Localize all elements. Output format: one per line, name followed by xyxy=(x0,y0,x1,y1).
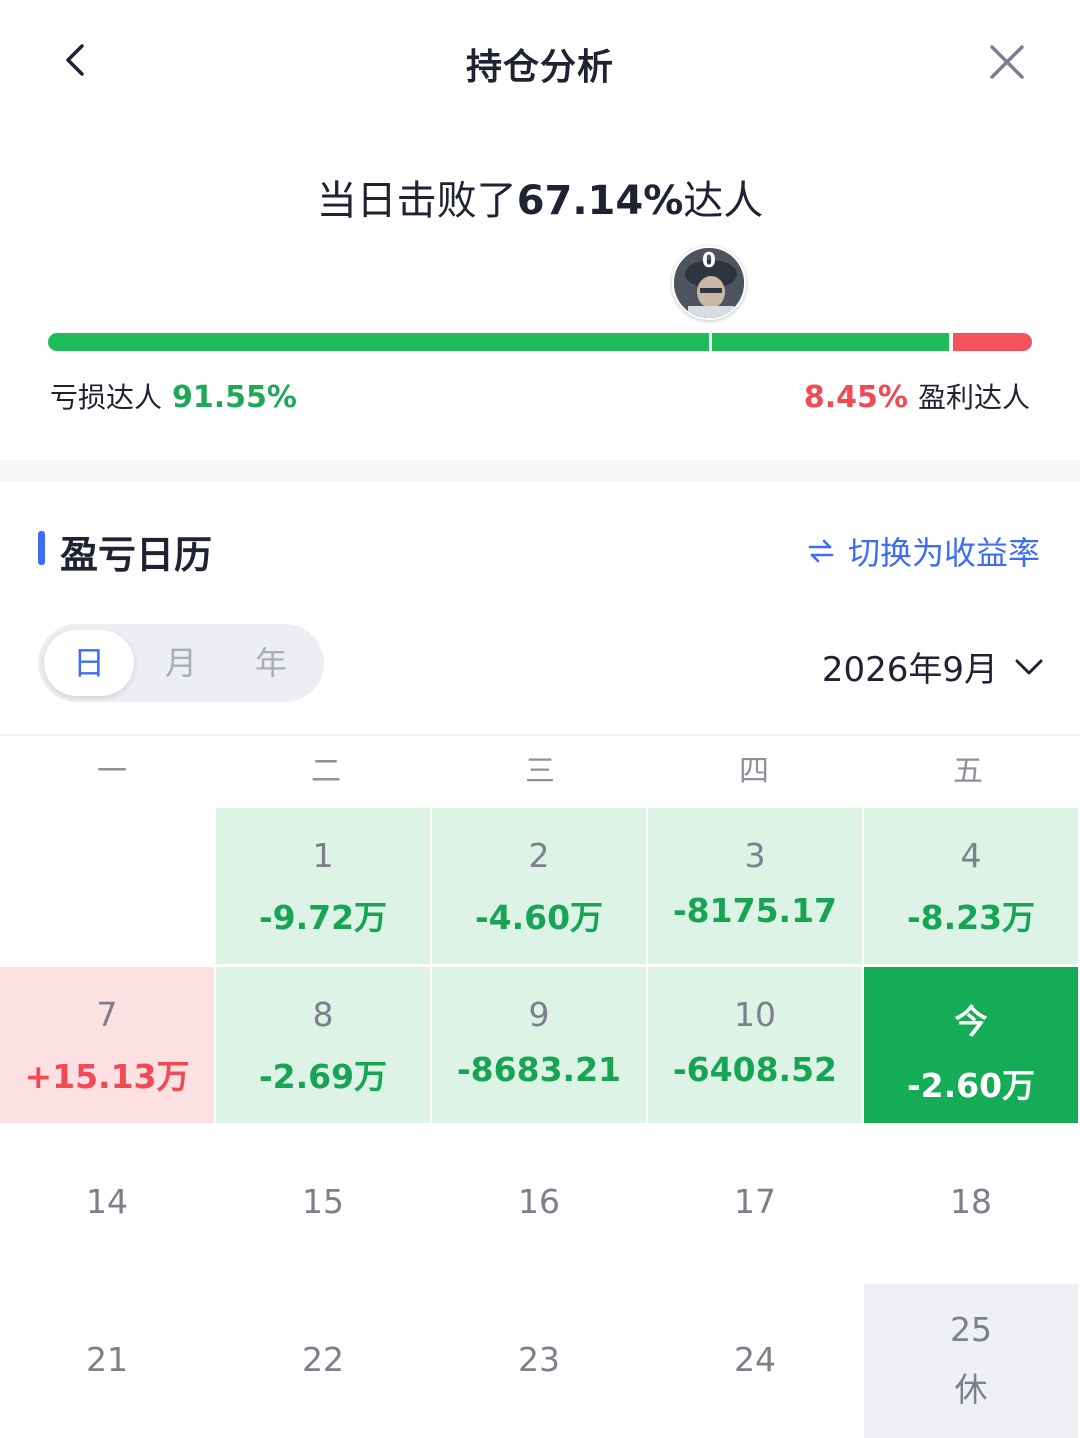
period-segmented-control: 日 月 年 xyxy=(38,624,324,702)
daily-pnl-value: -2.60万 xyxy=(906,1066,1036,1105)
calendar-cell[interactable]: 16 xyxy=(432,1126,646,1282)
calendar-day-number: 2 xyxy=(528,836,550,875)
daily-pnl-value: -9.72万 xyxy=(258,898,388,937)
loss-share-label: 亏损达人 91.55% xyxy=(50,376,297,416)
calendar-cell[interactable]: 15 xyxy=(216,1126,430,1282)
calendar-cell[interactable]: 22 xyxy=(216,1284,430,1438)
calendar-cell xyxy=(0,808,214,964)
calendar-cell[interactable]: 18 xyxy=(864,1126,1078,1282)
calendar-day-number: 9 xyxy=(528,995,550,1034)
beat-progress-bar xyxy=(48,331,1032,353)
calendar-day-number: 7 xyxy=(96,995,118,1034)
calendar-day-number: 24 xyxy=(734,1340,776,1379)
calendar-cell[interactable]: 25 休 xyxy=(864,1284,1078,1438)
loss-share-value: 91.55% xyxy=(172,380,297,415)
calendar-cell-today[interactable]: 今 -2.60万 xyxy=(864,967,1078,1123)
beat-headline: 当日击败了67.14%达人 xyxy=(0,168,1080,226)
daily-pnl-value: -8175.17 xyxy=(672,891,837,930)
daily-pnl-value: -4.60万 xyxy=(474,898,604,937)
section-divider xyxy=(0,460,1080,482)
user-position-marker xyxy=(709,331,712,353)
weekday-label: 三 xyxy=(525,754,555,789)
tab-month[interactable]: 月 xyxy=(136,630,226,696)
weekday-label: 四 xyxy=(739,754,769,789)
profit-label-text: 盈利达人 xyxy=(917,381,1030,414)
calendar-cell[interactable]: 24 xyxy=(648,1284,862,1438)
month-picker[interactable]: 2026年9月 xyxy=(822,642,1044,691)
loss-label-text: 亏损达人 xyxy=(50,381,163,414)
close-button[interactable] xyxy=(980,35,1034,89)
calendar-cell[interactable]: 14 xyxy=(0,1126,214,1282)
profit-share-label: 8.45% 盈利达人 xyxy=(804,376,1030,416)
calendar-day-number: 3 xyxy=(744,836,766,875)
calendar-cell[interactable]: 17 xyxy=(648,1126,862,1282)
calendar-top-divider xyxy=(0,734,1080,736)
beat-percent: 67.14% xyxy=(516,178,684,224)
profit-share-value: 8.45% xyxy=(803,380,908,415)
loss-share-bar xyxy=(48,333,949,351)
calendar-day-number: 14 xyxy=(86,1182,128,1221)
daily-pnl-value: -6408.52 xyxy=(672,1050,837,1089)
calendar-day-number: 17 xyxy=(734,1182,776,1221)
weekday-label: 一 xyxy=(97,754,127,789)
calendar-day-number: 4 xyxy=(960,836,982,875)
tab-day[interactable]: 日 xyxy=(44,630,134,696)
calendar-title: 盈亏日历 xyxy=(60,533,213,577)
calendar-day-number: 10 xyxy=(734,995,776,1034)
calendar-cell[interactable]: 9 -8683.21 xyxy=(432,967,646,1123)
calendar-day-number: 22 xyxy=(302,1340,344,1379)
month-picker-label: 2026年9月 xyxy=(821,650,998,690)
weekday-label: 二 xyxy=(311,754,341,789)
calendar-cell[interactable]: 2 -4.60万 xyxy=(432,808,646,964)
calendar-cell[interactable]: 1 -9.72万 xyxy=(216,808,430,964)
weekday-header: 一 二 三 四 五 xyxy=(0,738,1080,806)
position-analysis-page: 持仓分析 当日击败了67.14%达人 0 亏损达人 91.55% 8.45% 盈利达… xyxy=(0,0,1080,1438)
calendar-cell[interactable]: 10 -6408.52 xyxy=(648,967,862,1123)
daily-pnl-value: +15.13万 xyxy=(24,1057,190,1096)
weekday-label: 五 xyxy=(953,754,983,789)
calendar-day-number: 1 xyxy=(312,836,334,875)
daily-pnl-value: -8.23万 xyxy=(906,898,1036,937)
calendar-day-number: 18 xyxy=(950,1182,992,1221)
section-accent-bar xyxy=(38,531,45,565)
beat-suffix: 达人 xyxy=(683,178,764,224)
calendar-day-number: 25 xyxy=(950,1310,992,1349)
today-label: 今 xyxy=(954,1002,988,1041)
calendar-day-number: 8 xyxy=(312,995,334,1034)
tab-year[interactable]: 年 xyxy=(226,630,316,696)
calendar-cell[interactable]: 8 -2.69万 xyxy=(216,967,430,1123)
switch-label: 切换为收益率 xyxy=(847,534,1040,572)
holiday-label: 休 xyxy=(954,1370,988,1409)
calendar-cell[interactable]: 4 -8.23万 xyxy=(864,808,1078,964)
calendar-day-number: 23 xyxy=(518,1340,560,1379)
calendar-cell[interactable]: 21 xyxy=(0,1284,214,1438)
calendar-cell[interactable]: 7 +15.13万 xyxy=(0,967,214,1123)
daily-pnl-value: -2.69万 xyxy=(258,1057,388,1096)
chevron-down-icon xyxy=(1015,659,1043,674)
swap-arrows-icon xyxy=(808,539,834,563)
daily-pnl-value: -8683.21 xyxy=(456,1050,621,1089)
calendar-day-number: 15 xyxy=(302,1182,344,1221)
beat-prefix: 当日击败了 xyxy=(316,178,517,224)
calendar-cell[interactable]: 3 -8175.17 xyxy=(648,808,862,964)
avatar: 0 xyxy=(672,246,746,320)
calendar-cell[interactable]: 23 xyxy=(432,1284,646,1438)
profit-share-bar xyxy=(953,333,1032,351)
avatar-badge: 0 xyxy=(702,248,716,272)
top-bar: 持仓分析 xyxy=(0,0,1080,120)
calendar-day-number: 21 xyxy=(86,1340,128,1379)
close-icon xyxy=(990,45,1024,79)
calendar-day-number: 16 xyxy=(518,1182,560,1221)
switch-to-yield-button[interactable]: 切换为收益率 xyxy=(808,528,1040,574)
page-title: 持仓分析 xyxy=(465,47,614,88)
